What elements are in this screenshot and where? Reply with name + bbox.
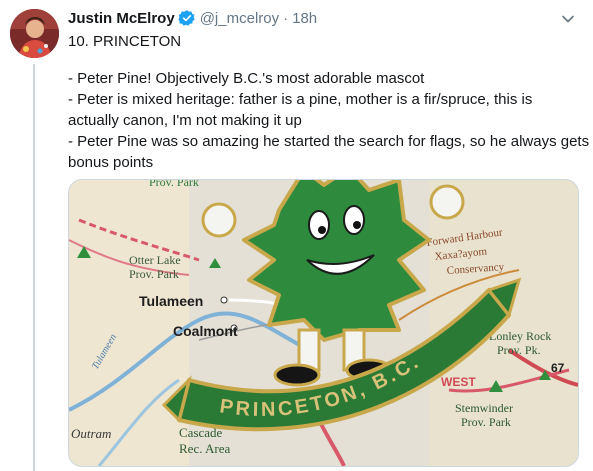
tweet-text-line-1: 10. PRINCETON <box>68 33 182 50</box>
author-name[interactable]: Justin McElroy <box>68 10 175 27</box>
map-label-otter-lake-1: Otter Lake <box>129 253 181 267</box>
tweet-text-line-2: - Peter Pine! Objectively B.C.'s most ad… <box>68 70 425 87</box>
map-label-lonley-2: Prov. Pk. <box>497 343 541 357</box>
avatar[interactable] <box>10 9 59 58</box>
chevron-down-icon[interactable] <box>561 12 575 26</box>
tweet-header: Justin McElroy @j_mcelroy · 18h <box>68 8 317 28</box>
tweet-photo[interactable]: Prov. Park Otter Lake Prov. Park Tulamee… <box>68 179 579 467</box>
map-label-west: WEST <box>441 375 476 389</box>
author-handle[interactable]: @j_mcelroy <box>200 10 279 27</box>
map-label-route-67: 67 <box>551 361 565 375</box>
verified-badge-icon <box>178 9 196 27</box>
tweet-text-line-3: - Peter is mixed heritage: father is a p… <box>68 91 533 108</box>
map-label-outram: Outram <box>71 426 111 441</box>
map-label-coalmont: Coalmont <box>173 323 238 339</box>
map-label-prov-park-top: Prov. Park <box>149 180 199 189</box>
map-label-stemwinder-2: Prov. Park <box>461 415 511 429</box>
tweet-text-line-5: - Peter Pine was so amazing he started t… <box>68 133 590 150</box>
tweet-text-line-6: bonus points <box>68 154 154 171</box>
map-label-tulameen: Tulameen <box>139 293 203 309</box>
tweet-card[interactable]: Justin McElroy @j_mcelroy · 18h 10. PRIN… <box>0 0 593 471</box>
map-label-otter-lake-2: Prov. Park <box>129 267 179 281</box>
map-label-cascade-2: Rec. Area <box>179 441 230 456</box>
map-label-stemwinder-1: Stemwinder <box>455 401 513 415</box>
map-label-lonley-1: Lonley Rock <box>489 329 551 343</box>
separator-dot: · <box>283 9 289 27</box>
tweet-text-line-4: actually canon, I'm not making it up <box>68 112 302 129</box>
thread-line <box>33 64 35 471</box>
timestamp[interactable]: 18h <box>292 10 317 27</box>
